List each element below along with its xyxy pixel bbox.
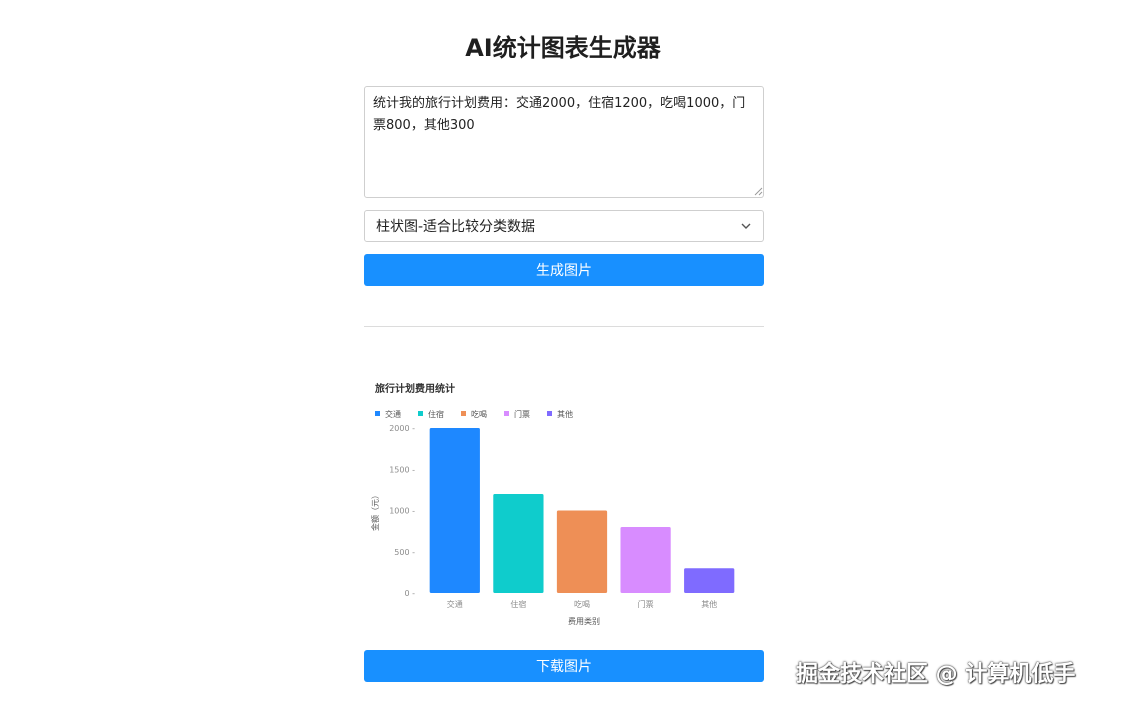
bar-chart: 旅行计划费用统计 交通 住宿 吃喝 门票 其他 0 -500 -1000 -1500 -… bbox=[370, 382, 735, 626]
chart-type-selected-value: 柱状图-适合比较分类数据 bbox=[376, 219, 536, 235]
y-axis: 0 - 500 - 1000 - 1500 - 2000 - bbox=[389, 424, 415, 598]
bar-其他 bbox=[684, 568, 735, 593]
chart-legend: 交通 住宿 吃喝 门票 其他 bbox=[375, 409, 573, 419]
legend-swatch bbox=[461, 411, 466, 416]
generate-image-button[interactable]: 生成图片 bbox=[364, 254, 764, 286]
x-axis: 交通 住宿 吃喝 门票 其他 bbox=[447, 599, 717, 609]
resize-grip-icon[interactable] bbox=[754, 187, 763, 196]
legend-item-label: 吃喝 bbox=[471, 409, 487, 419]
bar-住宿 bbox=[493, 494, 544, 593]
bar-门票 bbox=[620, 527, 671, 593]
x-tick-label: 门票 bbox=[638, 599, 654, 609]
legend-swatch bbox=[375, 411, 380, 416]
chart-type-select[interactable]: 柱状图-适合比较分类数据 bbox=[364, 210, 764, 242]
legend-item-label: 其他 bbox=[557, 409, 573, 419]
y-axis-label: 金额（元） bbox=[370, 491, 380, 531]
legend-swatch bbox=[418, 411, 423, 416]
prompt-textarea[interactable]: 统计我的旅行计划费用：交通2000，住宿1200，吃喝1000，门票800，其他… bbox=[364, 86, 764, 198]
watermark: 掘金技术社区 @ 计算机低手 bbox=[796, 662, 1076, 687]
divider bbox=[364, 326, 764, 327]
download-image-button[interactable]: 下载图片 bbox=[364, 650, 764, 682]
chart-title: 旅行计划费用统计 bbox=[375, 382, 455, 395]
bar-交通 bbox=[429, 428, 480, 593]
x-axis-label: 费用类别 bbox=[568, 616, 600, 626]
legend-swatch bbox=[504, 411, 509, 416]
x-tick-label: 吃喝 bbox=[574, 599, 590, 609]
legend-item-label: 交通 bbox=[385, 409, 401, 419]
legend-swatch bbox=[547, 411, 552, 416]
y-tick-label: 500 - bbox=[394, 548, 415, 557]
bar-吃喝 bbox=[556, 510, 608, 593]
legend-item-label: 门票 bbox=[514, 409, 530, 419]
y-tick-label: 1500 - bbox=[389, 465, 415, 474]
x-tick-label: 其他 bbox=[701, 599, 717, 609]
bars bbox=[429, 428, 735, 593]
x-tick-label: 交通 bbox=[447, 599, 463, 609]
y-tick-label: 1000 - bbox=[389, 507, 415, 516]
page-title: AI统计图表生成器 bbox=[465, 34, 661, 62]
legend-item-label: 住宿 bbox=[428, 409, 444, 419]
chevron-down-icon bbox=[740, 220, 752, 232]
y-tick-label: 2000 - bbox=[389, 424, 415, 433]
y-tick-label: 0 - bbox=[404, 589, 415, 598]
chart-container: 旅行计划费用统计 交通 住宿 吃喝 门票 其他 0 -500 -1000 -1500 -… bbox=[364, 368, 764, 632]
x-tick-label: 住宿 bbox=[510, 599, 526, 609]
